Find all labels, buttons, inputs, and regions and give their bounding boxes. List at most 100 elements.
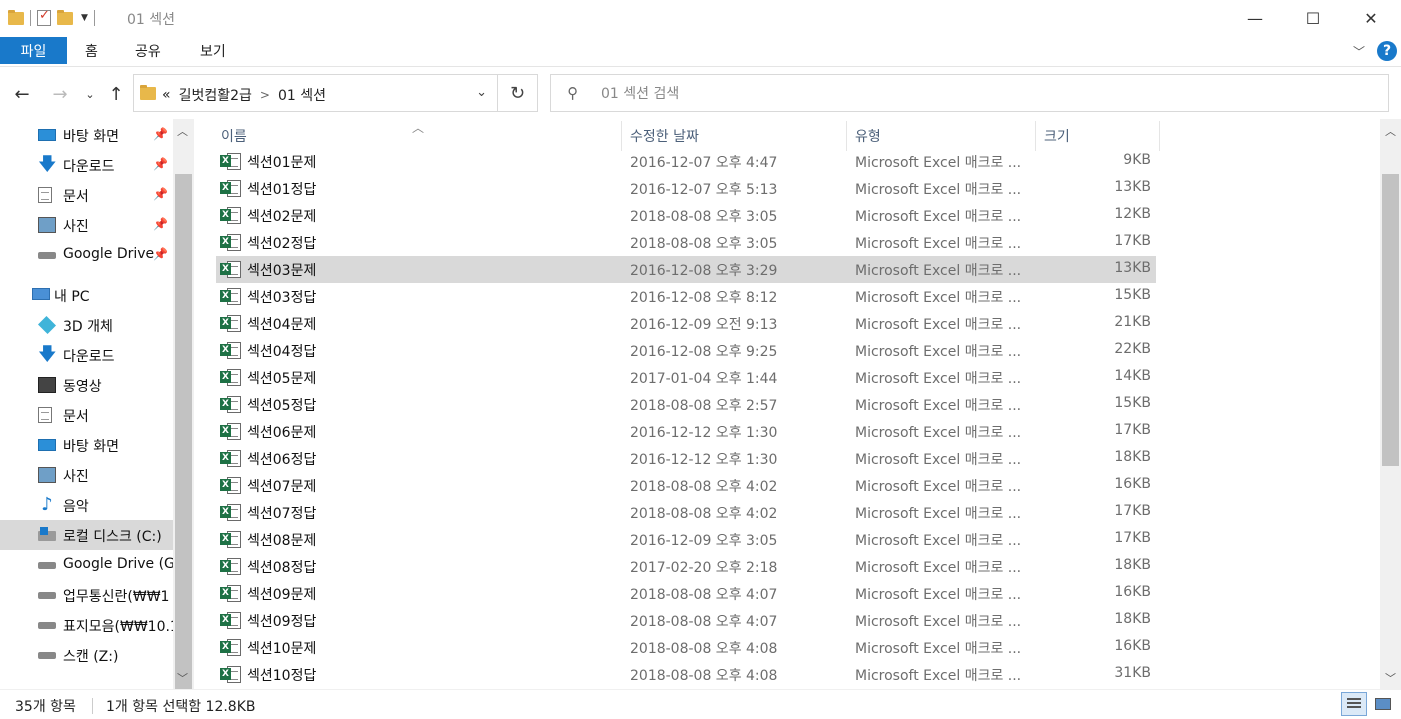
network-drive-icon [38,592,56,599]
new-folder-icon[interactable] [57,9,73,25]
column-divider[interactable] [1035,121,1036,151]
search-input[interactable] [601,83,1361,105]
nav-item-local-disk[interactable]: 로컬 디스크 (C:) [0,520,173,550]
table-row[interactable]: X 섹션07문제 2018-08-08 오후 4:02 Microsoft Excel… [216,472,1156,499]
column-divider[interactable] [621,121,622,151]
recent-locations-chevron-down-icon[interactable]: ⌄ [82,80,98,108]
column-header-modified[interactable]: 수정한 날짜 [630,121,845,151]
nav-pane-scrollbar[interactable]: ︿ ﹀ [173,119,194,689]
nav-item-desktop[interactable]: 바탕 화면 [0,430,173,460]
nav-item-documents-quick[interactable]: 문서 📌 [0,180,173,210]
breadcrumb-separator[interactable]: > [260,88,270,102]
large-icons-view-button[interactable] [1370,692,1396,716]
nav-item-desktop-quick[interactable]: 바탕 화면 📌 [0,120,173,150]
download-icon: 🡇 [38,154,57,175]
nav-item-downloads[interactable]: 🡇 다운로드 [0,340,173,370]
forward-arrow-icon[interactable]: → [46,80,74,108]
excel-file-icon: X [220,665,241,684]
scroll-thumb[interactable] [175,174,192,689]
column-header-name[interactable]: 이름 [221,121,621,151]
column-divider[interactable] [846,121,847,151]
nav-item-network-drive-2[interactable]: 표지모음(₩₩10.1 [0,610,173,640]
table-row[interactable]: X 섹션08정답 2017-02-20 오후 2:18 Microsoft Excel… [216,553,1156,580]
excel-badge: X [220,425,231,437]
table-row[interactable]: X 섹션02문제 2018-08-08 오후 3:05 Microsoft Excel… [216,202,1156,229]
table-row[interactable]: X 섹션06문제 2016-12-12 오후 1:30 Microsoft Excel… [216,418,1156,445]
maximize-button[interactable]: ☐ [1284,0,1342,37]
scroll-up-chevron-icon[interactable]: ︿ [177,123,188,139]
tab-home[interactable]: 홈 [85,37,98,64]
breadcrumb-item[interactable]: 01 섹션 [278,85,326,105]
nav-item-label: 바탕 화면 [63,439,119,455]
column-header-type[interactable]: 유형 [855,121,1030,151]
table-row[interactable]: X 섹션09정답 2018-08-08 오후 4:07 Microsoft Excel… [216,607,1156,634]
nav-item-label: 다운로드 [63,159,115,175]
scroll-down-chevron-icon[interactable]: ﹀ [1385,670,1396,686]
table-row[interactable]: X 섹션01정답 2016-12-07 오후 5:13 Microsoft Excel… [216,175,1156,202]
nav-item-google-drive-quick[interactable]: Google Drive 📌 [0,240,173,270]
excel-badge: X [220,344,231,356]
refresh-icon[interactable]: ↻ [498,74,538,112]
table-row[interactable]: X 섹션07정답 2018-08-08 오후 4:02 Microsoft Excel… [216,499,1156,526]
nav-item-label: Google Drive (G [63,556,173,572]
nav-item-network-drive-1[interactable]: 업무통신란(₩₩1 [0,580,173,610]
properties-icon[interactable] [37,8,51,26]
column-divider[interactable] [1159,121,1160,151]
nav-item-scan-drive[interactable]: 스캔 (Z:) [0,640,173,670]
nav-item-pictures-quick[interactable]: 사진 📌 [0,210,173,240]
file-size: 14KB [1114,368,1151,384]
nav-item-videos[interactable]: 동영상 [0,370,173,400]
table-row[interactable]: X 섹션02정답 2018-08-08 오후 3:05 Microsoft Excel… [216,229,1156,256]
table-row[interactable]: X 섹션06정답 2016-12-12 오후 1:30 Microsoft Excel… [216,445,1156,472]
up-arrow-icon[interactable]: ↑ [102,80,130,108]
tab-file[interactable]: 파일 [0,37,67,64]
nav-item-3d-objects[interactable]: 3D 개체 [0,310,173,340]
nav-item-label: 음악 [63,499,89,515]
table-row[interactable]: X 섹션05정답 2018-08-08 오후 2:57 Microsoft Excel… [216,391,1156,418]
nav-item-google-drive[interactable]: Google Drive (G [0,550,173,580]
search-box[interactable]: ⚲ [550,74,1389,112]
help-icon[interactable]: ? [1377,41,1397,61]
table-row[interactable]: X 섹션03정답 2016-12-08 오후 8:12 Microsoft Excel… [216,283,1156,310]
table-row[interactable]: X 섹션05문제 2017-01-04 오후 1:44 Microsoft Excel… [216,364,1156,391]
file-name: 섹션08문제 [247,533,317,549]
tab-view[interactable]: 보기 [200,37,226,64]
nav-item-this-pc[interactable]: 내 PC [0,280,173,310]
back-arrow-icon[interactable]: ← [8,80,36,108]
file-modified: 2018-08-08 오후 3:05 [630,209,778,225]
table-row[interactable]: X 섹션04정답 2016-12-08 오후 9:25 Microsoft Excel… [216,337,1156,364]
table-row[interactable]: X 섹션03문제 2016-12-08 오후 3:29 Microsoft Excel… [216,256,1156,283]
scroll-thumb[interactable] [1382,174,1399,466]
file-name: 섹션10문제 [247,641,317,657]
customize-toolbar-chevron-down-icon[interactable]: ▼ [81,13,88,23]
scroll-up-chevron-icon[interactable]: ︿ [1385,123,1396,139]
nav-item-music[interactable]: ♪ 음악 [0,490,173,520]
breadcrumb-overflow[interactable]: « [162,87,171,103]
column-header-size[interactable]: 크기 [1044,121,1154,151]
table-row[interactable]: X 섹션10문제 2018-08-08 오후 4:08 Microsoft Excel… [216,634,1156,661]
nav-item-label: 스캔 (Z:) [63,649,119,665]
table-row[interactable]: X 섹션10정답 2018-08-08 오후 4:08 Microsoft Excel… [216,661,1156,688]
file-list-scrollbar[interactable]: ︿ ﹀ [1380,119,1401,689]
address-bar[interactable]: « 길벗컴활2급 > 01 섹션 ⌄ [133,74,498,112]
breadcrumb-item[interactable]: 길벗컴활2급 [179,85,252,105]
table-row[interactable]: X 섹션08문제 2016-12-09 오후 3:05 Microsoft Excel… [216,526,1156,553]
close-button[interactable]: ✕ [1342,0,1400,37]
file-name: 섹션02정답 [247,236,317,252]
address-history-chevron-down-icon[interactable]: ⌄ [476,85,487,100]
nav-item-downloads-quick[interactable]: 🡇 다운로드 📌 [0,150,173,180]
table-row[interactable]: X 섹션09문제 2018-08-08 오후 4:07 Microsoft Excel… [216,580,1156,607]
nav-item-pictures[interactable]: 사진 [0,460,173,490]
expand-ribbon-chevron-down-icon[interactable]: ﹀ [1353,43,1365,60]
table-row[interactable]: X 섹션01문제 2016-12-07 오후 4:47 Microsoft Excel… [216,148,1156,175]
excel-file-icon: X [220,395,241,414]
excel-badge: X [220,182,231,194]
details-view-button[interactable] [1341,692,1367,716]
scroll-down-chevron-icon[interactable]: ﹀ [177,670,188,686]
tab-share[interactable]: 공유 [135,37,161,64]
minimize-button[interactable]: — [1226,0,1284,37]
file-name: 섹션03정답 [247,290,317,306]
nav-item-documents[interactable]: 문서 [0,400,173,430]
file-name: 섹션05문제 [247,371,317,387]
table-row[interactable]: X 섹션04문제 2016-12-09 오전 9:13 Microsoft Excel… [216,310,1156,337]
